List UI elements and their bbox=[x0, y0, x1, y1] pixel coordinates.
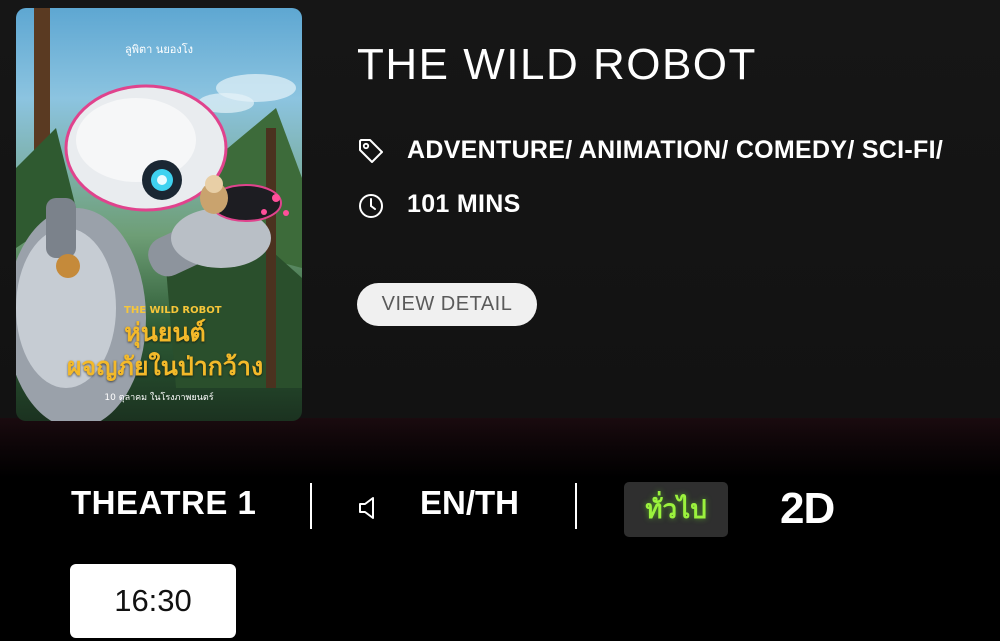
poster-credit: ลูพิตา นยองโง bbox=[124, 43, 194, 56]
poster-title-th: หุ่นยนต์ ผจญภัยในป่ากว้าง bbox=[40, 316, 290, 384]
genre-row: ADVENTURE/ ANIMATION/ COMEDY/ SCI-FI/ bbox=[357, 136, 943, 165]
poster-title-en: THE WILD ROBOT bbox=[124, 305, 222, 316]
movie-genres: ADVENTURE/ ANIMATION/ COMEDY/ SCI-FI/ bbox=[407, 136, 944, 164]
rating-label: ทั่วไป bbox=[645, 495, 707, 525]
poster-title-th-line2: ผจญภัยในป่ากว้าง bbox=[66, 352, 264, 381]
format-label: 2D bbox=[780, 484, 835, 533]
panel-shadow bbox=[0, 418, 1000, 478]
rating-badge: ทั่วไป bbox=[624, 482, 728, 537]
movie-poster[interactable]: ลูพิตา นยองโง THE WILD ROBOT หุ่นยนต์ ผจ… bbox=[16, 8, 302, 421]
divider bbox=[310, 483, 312, 529]
tag-icon bbox=[359, 138, 383, 163]
poster-release-date: 10 ตุลาคม ในโรงภาพยนตร์ bbox=[104, 393, 214, 403]
view-detail-button[interactable]: VIEW DETAIL bbox=[357, 283, 537, 326]
movie-duration: 101 MINS bbox=[407, 190, 521, 218]
theatre-label: THEATRE 1 bbox=[71, 484, 257, 521]
duration-row: 101 MINS bbox=[357, 190, 521, 219]
movie-title: THE WILD ROBOT bbox=[357, 40, 757, 89]
showtime-button[interactable]: 16:30 bbox=[70, 564, 236, 638]
audio-language: EN/TH bbox=[420, 484, 519, 521]
divider bbox=[575, 483, 577, 529]
poster-title-th-line1: หุ่นยนต์ bbox=[124, 318, 206, 347]
speaker-icon bbox=[359, 497, 374, 519]
clock-icon bbox=[359, 193, 383, 218]
